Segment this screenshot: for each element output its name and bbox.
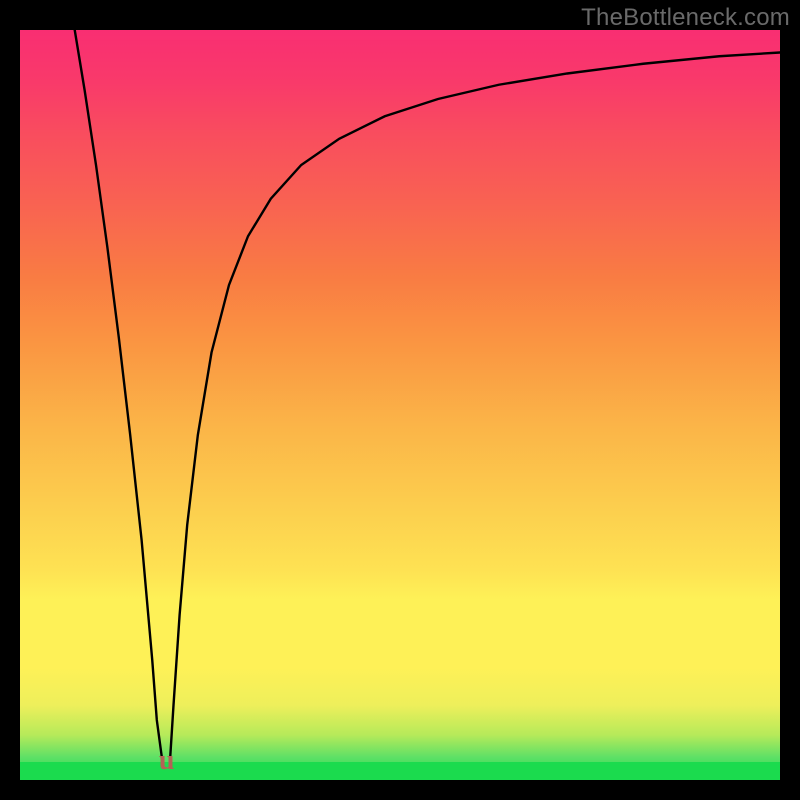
- curve-right-arm: [170, 53, 780, 766]
- minimum-marker: u: [159, 747, 175, 775]
- plot-area: u: [20, 30, 780, 780]
- watermark-label: TheBottleneck.com: [581, 4, 790, 32]
- chart-frame: TheBottleneck.com u: [0, 0, 800, 800]
- curve-layer: [20, 30, 780, 780]
- curve-left-arm: [75, 30, 163, 765]
